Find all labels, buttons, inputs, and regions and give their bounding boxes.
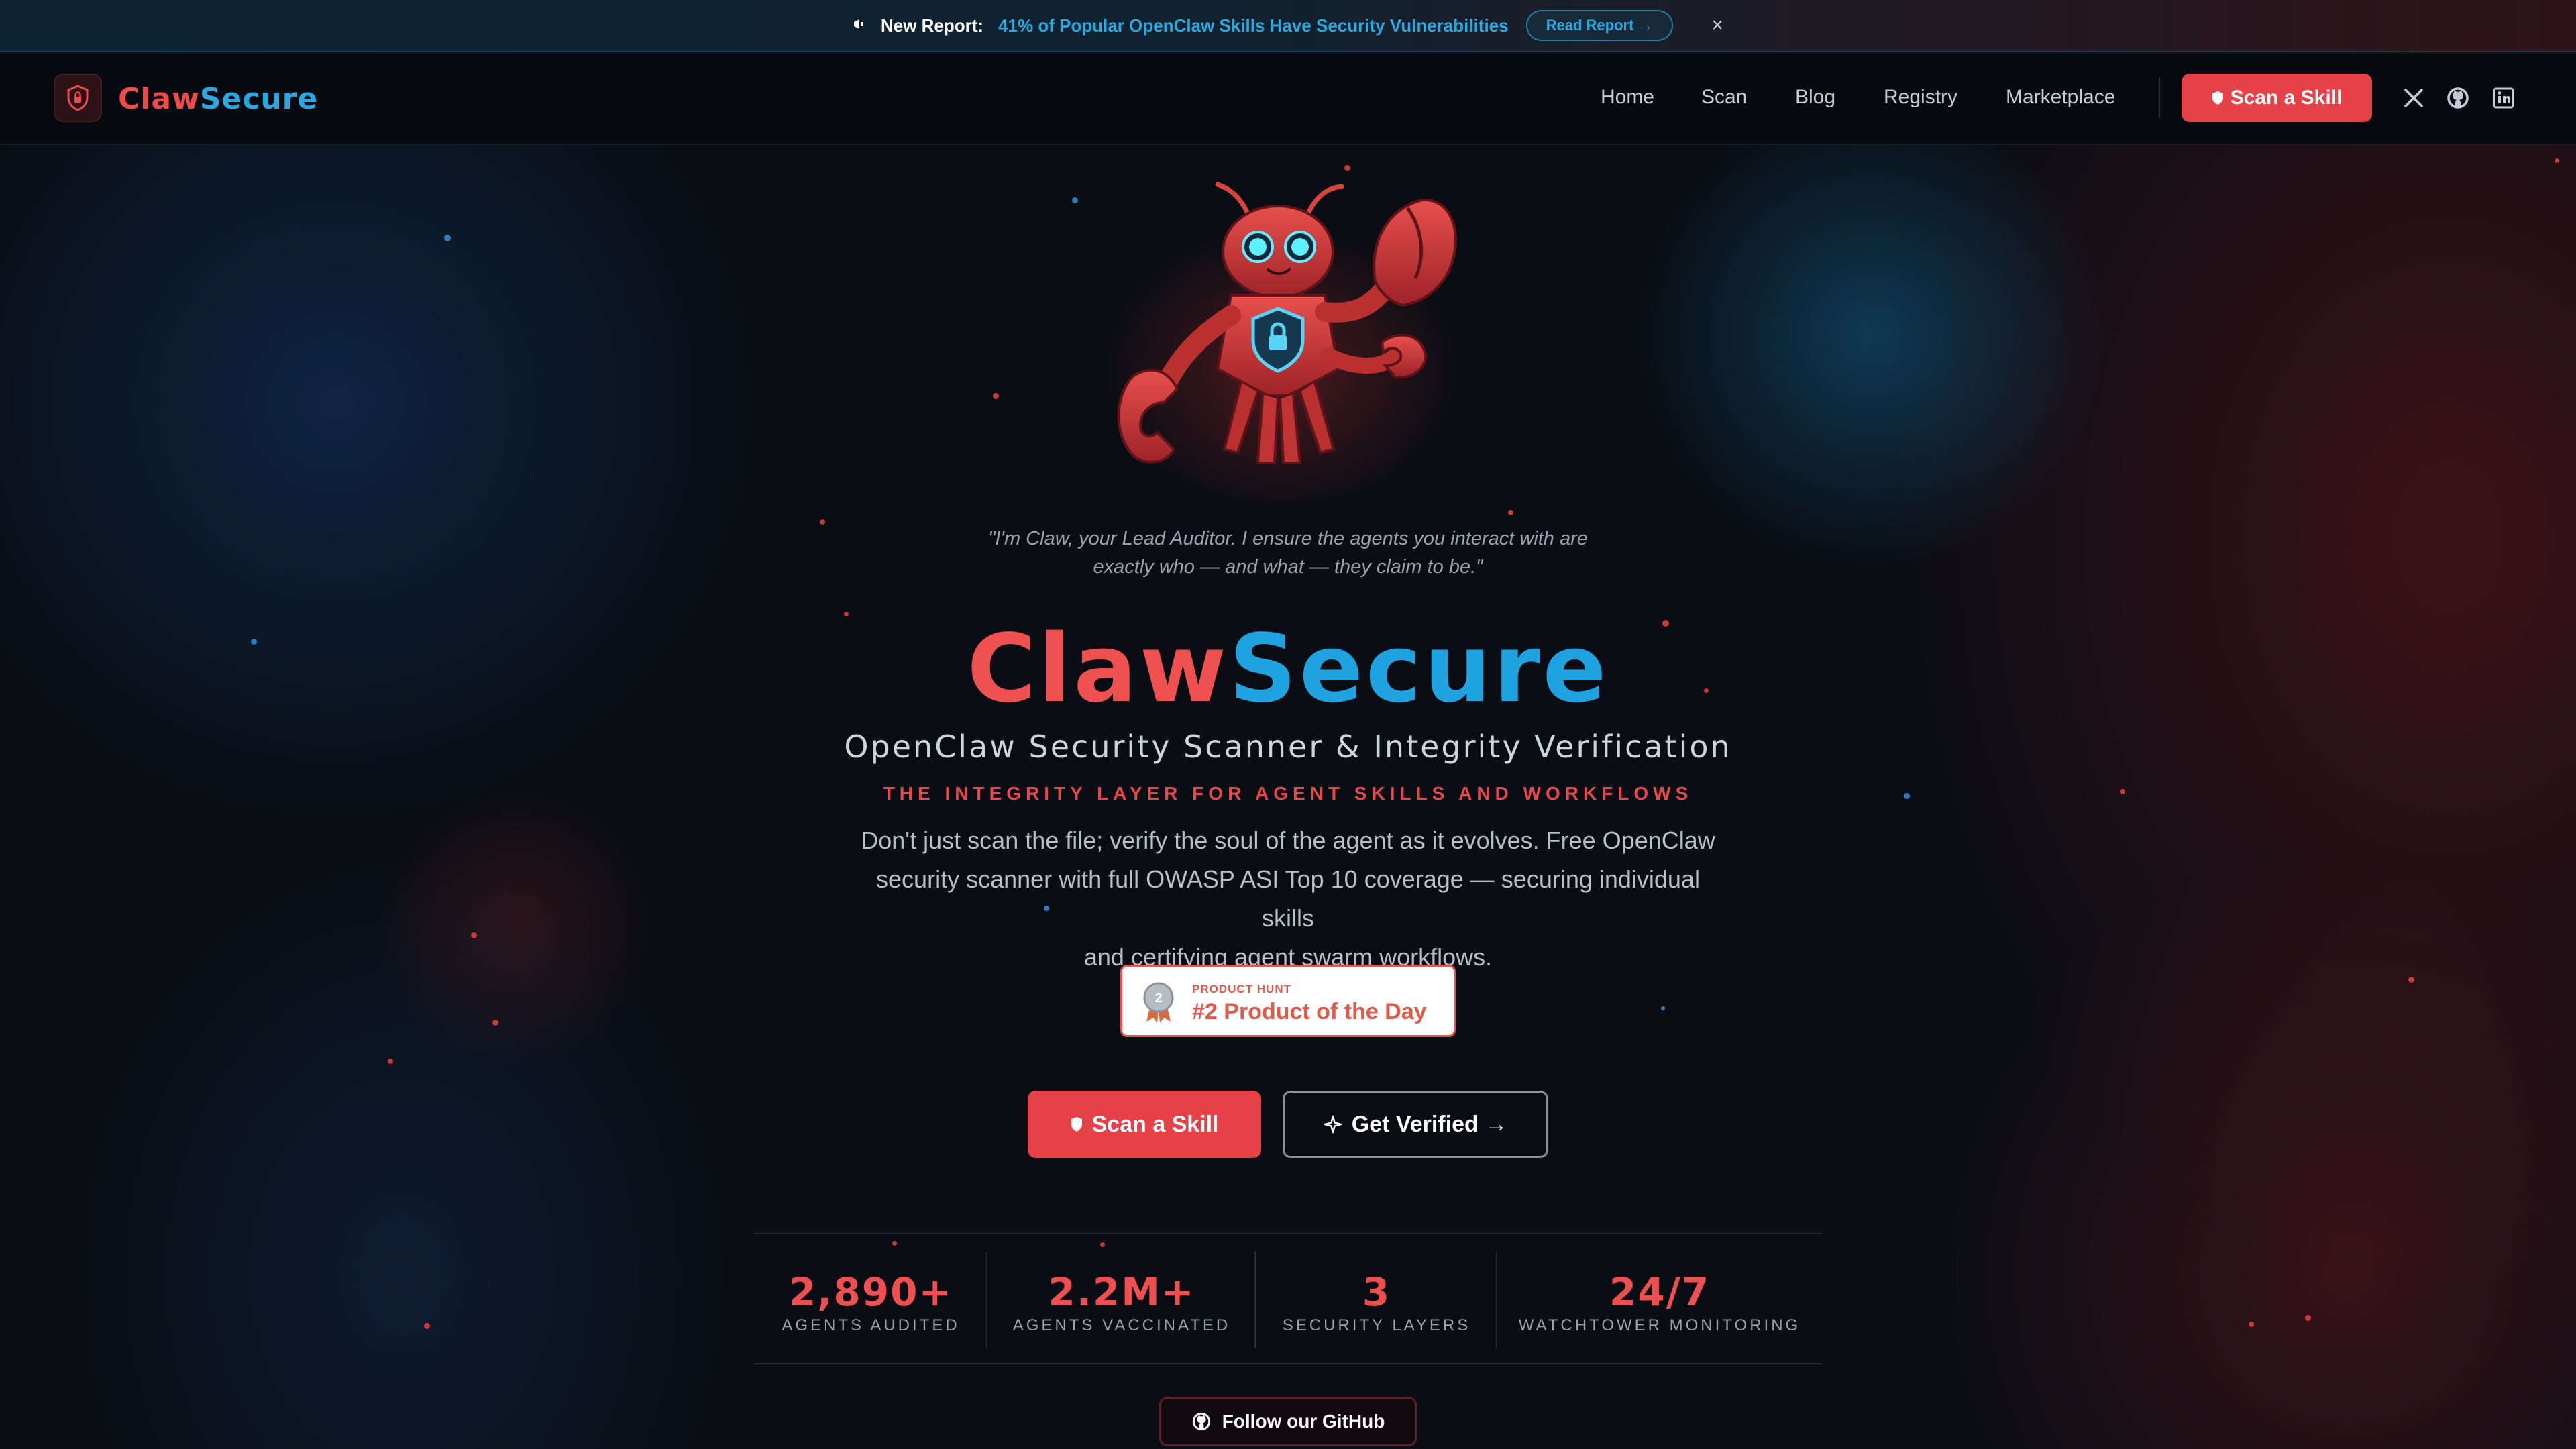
hero-subtitle: OpenClaw Security Scanner & Integrity Ve… [844,729,1732,765]
particle [1508,510,1513,515]
particle [820,519,825,525]
megaphone-icon [853,15,866,36]
product-hunt-label: PRODUCT HUNT [1192,983,1291,996]
nav-scan-skill-button[interactable]: Scan a Skill [2182,74,2372,122]
hero-scan-skill-label: Scan a Skill [1091,1111,1219,1137]
mascot-quote-line-1: "I'm Claw, your Lead Auditor. I ensure t… [988,528,1588,549]
particle [2249,1322,2254,1327]
stat-agents-vaccinated: 2.2M+ AGENTS VACCINATED [987,1234,1256,1366]
particle [444,235,451,241]
hero-description-line-1: Don't just scan the file; verify the sou… [861,826,1715,854]
get-verified-label: Get Verified → [1351,1111,1508,1137]
stat-value: 2.2M+ [1048,1269,1195,1315]
mascot-quote: "I'm Claw, your Lead Auditor. I ensure t… [926,525,1650,581]
crab-robot-mascot-illustration [1100,182,1462,503]
particle [2408,977,2414,983]
github-icon [1192,1412,1210,1431]
stat-label: WATCHTOWER MONITORING [1518,1316,1801,1334]
particle [2555,158,2559,163]
particle [1661,1006,1665,1010]
hero-description-line-2: security scanner with full OWASP ASI Top… [876,865,1700,932]
stat-watchtower-monitoring: 24/7 WATCHTOWER MONITORING [1497,1234,1822,1366]
x-icon[interactable] [2402,86,2426,110]
announcement-bar: New Report: 41% of Popular OpenClaw Skil… [0,0,2576,52]
medal-number: 2 [1155,991,1162,1006]
medal-icon: 2 [1143,982,1174,1023]
stat-security-layers: 3 SECURITY LAYERS [1256,1234,1497,1366]
read-report-button[interactable]: Read Report → [1525,10,1673,41]
product-hunt-rank: #2 Product of the Day [1192,999,1427,1024]
logo-icon-box[interactable] [54,74,102,122]
stat-value: 2,890+ [788,1269,953,1315]
product-hunt-badge[interactable]: 2 PRODUCT HUNT #2 Product of the Day [1120,965,1456,1037]
sparkle-icon [1324,1115,1342,1134]
nav-divider [2159,78,2160,118]
logo-part-claw: Claw [118,82,200,116]
nav-link-scan[interactable]: Scan [1701,86,1747,109]
shield-icon [1071,1117,1082,1132]
announcement-link[interactable]: 41% of Popular OpenClaw Skills Have Secu… [998,15,1509,36]
brand-part-claw: Claw [967,614,1230,724]
linkedin-icon[interactable] [2491,86,2516,110]
hero-scan-skill-button[interactable]: Scan a Skill [1028,1091,1261,1158]
nav-link-blog[interactable]: Blog [1795,86,1835,109]
get-verified-button[interactable]: Get Verified → [1283,1091,1548,1158]
stat-agents-audited: 2,890+ AGENTS AUDITED [754,1234,987,1366]
stat-label: AGENTS VACCINATED [1012,1316,1231,1334]
shield-icon [2212,91,2223,105]
top-navigation: ClawSecure Home Scan Blog Registry Marke… [0,54,2576,145]
particle [1072,197,1078,203]
shield-icon [67,85,89,111]
stat-value: 24/7 [1609,1269,1711,1315]
announcement-lead: New Report: [880,15,984,36]
logo-wordmark[interactable]: ClawSecure [118,82,318,116]
particle [492,1020,498,1026]
particle [993,393,999,399]
particle [2305,1315,2311,1321]
hero-tagline: THE INTEGRITY LAYER FOR AGENT SKILLS AND… [883,783,1693,804]
particle [388,1059,393,1064]
logo-part-secure: Secure [199,82,319,116]
particle [471,932,477,938]
follow-github-button[interactable]: Follow our GitHub [1159,1397,1417,1446]
stat-value: 3 [1362,1269,1391,1315]
github-icon[interactable] [2446,86,2470,110]
close-icon[interactable]: × [1712,14,1724,37]
nav-link-registry[interactable]: Registry [1884,86,1957,109]
stat-label: SECURITY LAYERS [1282,1316,1471,1334]
stats-bar: 2,890+ AGENTS AUDITED 2.2M+ AGENTS VACCI… [754,1233,1822,1364]
follow-github-label: Follow our GitHub [1222,1411,1385,1432]
hero-brand-title: ClawSecure [0,614,2576,724]
stat-label: AGENTS AUDITED [782,1316,960,1334]
nav-link-home[interactable]: Home [1601,86,1654,109]
particle [424,1323,430,1329]
brand-part-secure: Secure [1229,614,1609,724]
nav-link-marketplace[interactable]: Marketplace [2006,86,2115,109]
nav-scan-skill-label: Scan a Skill [2230,87,2343,109]
mascot-quote-line-2: exactly who — and what — they claim to b… [1093,556,1483,578]
hero-description: Don't just scan the file; verify the sou… [859,821,1717,977]
